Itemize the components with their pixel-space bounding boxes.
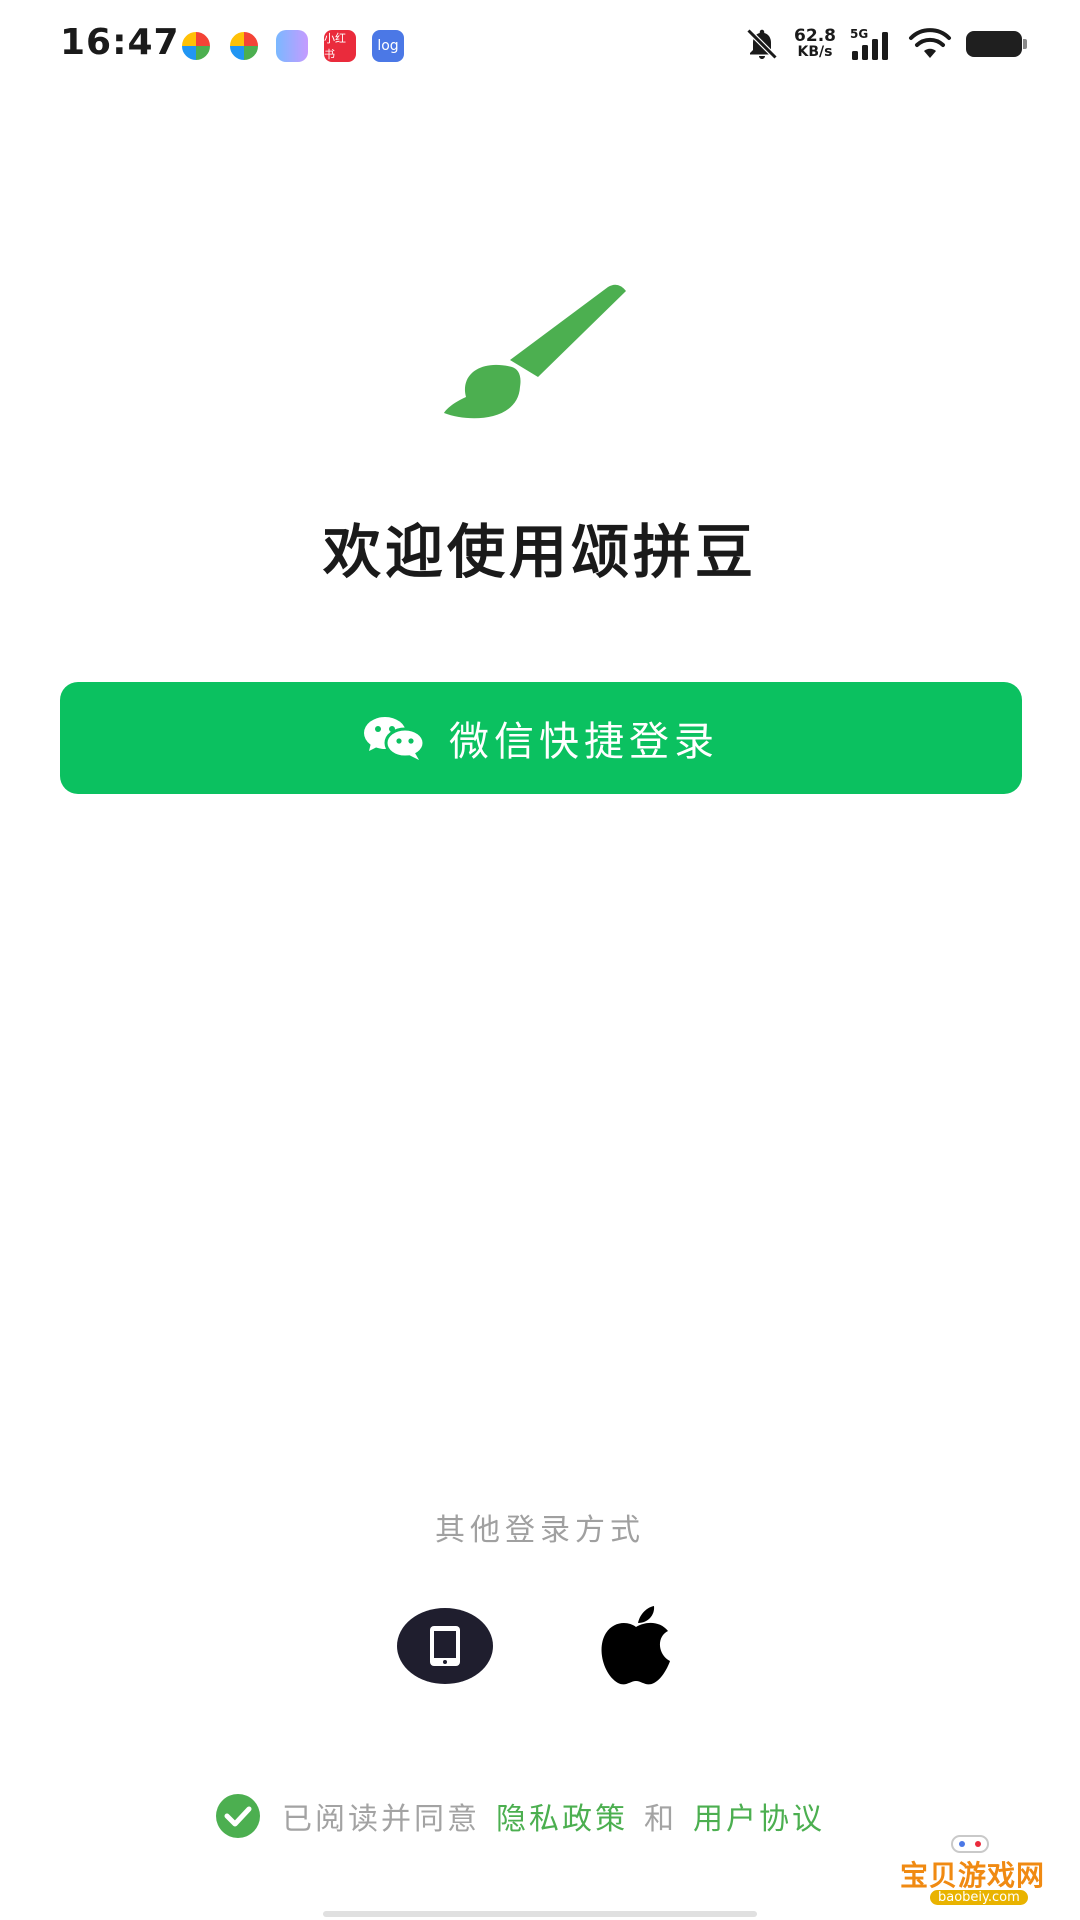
wechat-icon	[364, 717, 425, 760]
agree-checkbox[interactable]	[216, 1794, 260, 1838]
welcome-title: 欢迎使用颂拼豆	[322, 518, 757, 586]
bell-off-icon	[746, 28, 778, 60]
watermark: 宝贝游戏网 baobeiy.com	[900, 1832, 1050, 1912]
net-speed: 62.8 KB/s	[794, 26, 836, 61]
user-agreement-link[interactable]: 用户协议	[693, 1794, 825, 1838]
net-speed-unit: KB/s	[797, 44, 833, 60]
wechat-login-button[interactable]: 微信快捷登录	[60, 682, 1022, 794]
app-circle-icon	[228, 30, 260, 62]
home-indicator[interactable]	[323, 1911, 757, 1917]
other-login-title: 其他登录方式	[435, 1513, 645, 1548]
watermark-text: 宝贝游戏网	[900, 1859, 1046, 1892]
phone-icon	[430, 1626, 460, 1666]
wechat-login-label: 微信快捷登录	[449, 719, 719, 765]
notification-icons: 小红书 log	[180, 30, 404, 62]
wifi-icon	[909, 28, 951, 58]
apple-icon	[601, 1606, 670, 1685]
app-circle-icon	[180, 30, 212, 62]
privacy-policy-link[interactable]: 隐私政策	[496, 1794, 628, 1838]
status-indicators: 62.8 KB/s 5G	[744, 26, 1027, 62]
agreement-prefix: 已阅读并同意	[282, 1802, 480, 1837]
signal-bars-icon	[852, 32, 888, 60]
paintbrush-logo-icon	[444, 284, 626, 419]
agreement-connector: 和	[644, 1802, 677, 1837]
app-blob-icon	[276, 30, 308, 62]
cellular-signal: 5G	[850, 27, 894, 61]
battery-icon	[966, 31, 1027, 57]
status-time: 16:47	[60, 22, 180, 63]
status-bar: 16:47 小红书 log 62.8 KB/s 5G	[0, 0, 1080, 90]
agreement-row: 已阅读并同意 隐私政策 和 用户协议	[216, 1794, 825, 1838]
log-icon: log	[372, 30, 404, 62]
phone-login-button[interactable]	[397, 1608, 493, 1684]
apple-login-button[interactable]	[598, 1605, 674, 1687]
gamepad-icon	[951, 1835, 989, 1853]
xiaohongshu-icon: 小红书	[324, 30, 356, 62]
watermark-url: baobeiy.com	[930, 1890, 1028, 1905]
net-speed-value: 62.8	[794, 26, 836, 46]
